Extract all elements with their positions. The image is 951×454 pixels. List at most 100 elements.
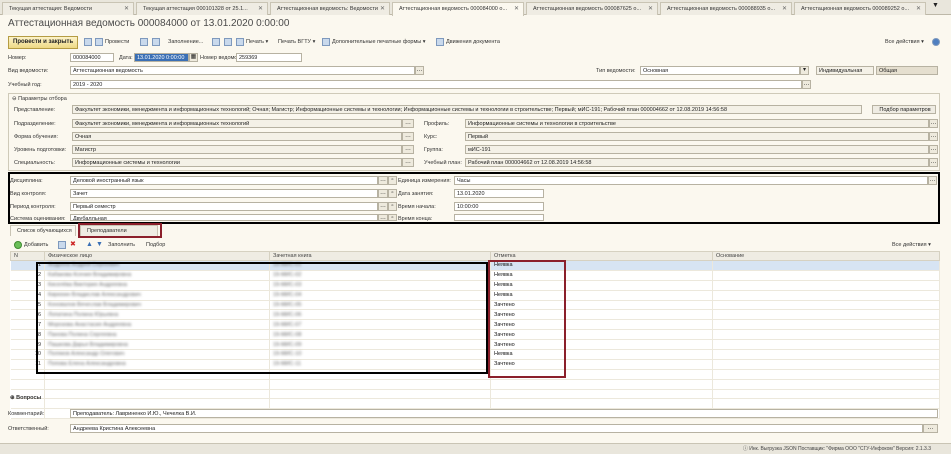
select-icon[interactable]: … <box>928 176 937 185</box>
tab-current-attestation-list[interactable]: Текущая аттестация: Ведомости ✕ <box>2 2 134 15</box>
row-basis-cell[interactable] <box>712 349 940 360</box>
post-button[interactable]: Провести <box>95 36 129 48</box>
select-icon[interactable]: … <box>415 66 424 75</box>
copy-icon[interactable] <box>140 36 150 48</box>
group-field[interactable]: мИС-191 <box>465 145 929 154</box>
profile-field[interactable]: Информационные системы и технологии в ст… <box>465 119 929 128</box>
select-icon[interactable]: … <box>402 145 414 154</box>
save-icon[interactable] <box>84 36 94 48</box>
structure-icon[interactable] <box>224 36 234 48</box>
fill-button[interactable]: Заполнить <box>108 239 135 251</box>
close-icon[interactable]: ✕ <box>258 3 263 15</box>
delete-icon[interactable]: ✖ <box>70 239 76 251</box>
comment-field[interactable]: Преподаватель: Лавриненко И.Ю., Чечелка … <box>70 409 938 418</box>
row-basis-cell[interactable] <box>712 260 940 271</box>
course-field[interactable]: Первый <box>465 132 929 141</box>
move-down-icon[interactable]: ▼ <box>96 239 103 251</box>
responsible-field[interactable]: Андреева Кристина Алексеевна <box>70 424 923 433</box>
open-icon[interactable]: ▫ <box>388 202 397 211</box>
plan-field[interactable]: Рабочий план 000004662 от 12.08.2019 14:… <box>465 158 929 167</box>
period-field[interactable]: Первый семестр <box>70 202 378 211</box>
type-field[interactable]: Основная <box>640 66 800 75</box>
print-vgtu-menu[interactable]: Печать ВГТУ ▾ <box>278 36 315 48</box>
pick-params-button[interactable]: Подбор параметров <box>872 105 936 114</box>
attach-icon[interactable] <box>152 36 162 48</box>
control-field[interactable]: Зачет <box>70 189 378 198</box>
end-field[interactable] <box>454 214 544 221</box>
unit-field[interactable]: Часы <box>454 176 928 185</box>
select-icon[interactable]: … <box>402 158 414 167</box>
row-basis-cell[interactable] <box>712 300 940 311</box>
num-ved-field[interactable]: 259369 <box>236 53 302 62</box>
col-person[interactable]: Физическое лицо <box>44 251 270 261</box>
open-icon[interactable]: ▫ <box>388 176 397 185</box>
move-up-icon[interactable]: ▲ <box>86 239 93 251</box>
all-actions-menu[interactable]: Все действия ▾ <box>885 36 924 48</box>
select-icon[interactable]: … <box>378 202 388 211</box>
select-icon[interactable]: … <box>929 119 938 128</box>
year-field[interactable]: 2019 - 2020 <box>70 80 802 89</box>
dropdown-icon[interactable]: ▾ <box>800 66 809 75</box>
open-icon[interactable]: ▫ <box>388 189 397 198</box>
start-field[interactable]: 10:00:00 <box>454 202 544 211</box>
add-button[interactable]: Добавить <box>14 239 48 251</box>
class-date-field[interactable]: 13.01.2020 <box>454 189 544 198</box>
copy-row-icon[interactable] <box>58 239 68 251</box>
form-field[interactable]: Очная <box>72 132 402 141</box>
questions-section[interactable]: ⊕ Вопросы <box>10 394 41 402</box>
level-field[interactable]: Магистр <box>72 145 402 154</box>
date-field[interactable]: 13.01.2020 0:00:00 <box>134 53 189 62</box>
close-icon[interactable]: ✕ <box>916 3 921 15</box>
movements-button[interactable]: Движения документа <box>436 36 500 48</box>
select-icon[interactable]: … <box>929 158 938 167</box>
pick-button[interactable]: Подбор <box>146 239 165 251</box>
tab-attestation-084000[interactable]: Аттестационная ведомость 000084000 о... ✕ <box>392 2 524 16</box>
spec-field[interactable]: Информационные системы и технологии <box>72 158 402 167</box>
row-basis-cell[interactable] <box>712 339 940 351</box>
select-icon[interactable]: … <box>402 119 414 128</box>
tab-attestation-089252[interactable]: Аттестационная ведомость 000089252 о... ✕ <box>794 2 926 15</box>
kind-field[interactable]: Аттестационная ведомость <box>70 66 415 75</box>
dept-field[interactable]: Факультет экономики, менеджмента и инфор… <box>72 119 402 128</box>
open-icon[interactable]: ▫ <box>388 214 397 221</box>
params-title[interactable]: ⊖ Параметры отбора <box>12 95 67 103</box>
close-icon[interactable]: ✕ <box>782 3 787 15</box>
disc-field[interactable]: Деловой иностранный язык <box>70 176 378 185</box>
col-n[interactable]: N <box>10 251 45 261</box>
row-basis-cell[interactable] <box>712 290 940 301</box>
close-icon[interactable]: ✕ <box>380 3 385 15</box>
grid-all-actions-menu[interactable]: Все действия ▾ <box>892 239 931 251</box>
post-and-close-button[interactable]: Провести и закрыть <box>8 36 79 49</box>
select-icon[interactable]: … <box>378 189 388 198</box>
row-basis-cell[interactable] <box>712 270 940 281</box>
tab-attestation-087625[interactable]: Аттестационная ведомость 000087625 о... ✕ <box>526 2 658 15</box>
calendar-icon[interactable]: ▦ <box>189 53 198 62</box>
fill-menu[interactable]: Заполнение... <box>168 36 203 48</box>
select-icon[interactable]: … <box>923 424 938 433</box>
number-field[interactable]: 000084000 <box>70 53 114 62</box>
tab-students[interactable]: Список обучающихся <box>10 225 76 236</box>
row-basis-cell[interactable] <box>712 359 940 370</box>
tab-list-icon[interactable]: ▼ <box>932 2 939 9</box>
row-basis-cell[interactable] <box>712 280 940 291</box>
select-icon[interactable]: … <box>402 132 414 141</box>
close-icon[interactable]: ✕ <box>514 3 519 15</box>
select-icon[interactable]: … <box>929 132 938 141</box>
select-icon[interactable]: … <box>378 214 388 221</box>
col-basis[interactable]: Основание <box>712 251 940 261</box>
option-common[interactable]: Общая <box>876 66 938 75</box>
doc-icon[interactable] <box>212 36 222 48</box>
system-field[interactable]: Двубалльная <box>70 214 378 221</box>
extra-print-menu[interactable]: Дополнительные печатные формы ▾ <box>322 36 426 48</box>
select-icon[interactable]: … <box>929 145 938 154</box>
row-basis-cell[interactable] <box>712 319 940 331</box>
select-icon[interactable]: … <box>378 176 388 185</box>
help-icon[interactable] <box>932 36 942 48</box>
tab-attestation-088935[interactable]: Аттестационная ведомость 000088935 о... ✕ <box>660 2 792 15</box>
select-icon[interactable]: … <box>802 80 811 89</box>
option-individual[interactable]: Индивидуальная <box>816 66 874 75</box>
close-icon[interactable]: ✕ <box>648 3 653 15</box>
tab-attestation-list[interactable]: Аттестационная ведомость: Ведомости ✕ <box>270 2 390 15</box>
col-book[interactable]: Зачетная книга <box>269 251 491 261</box>
row-basis-cell[interactable] <box>712 309 940 321</box>
